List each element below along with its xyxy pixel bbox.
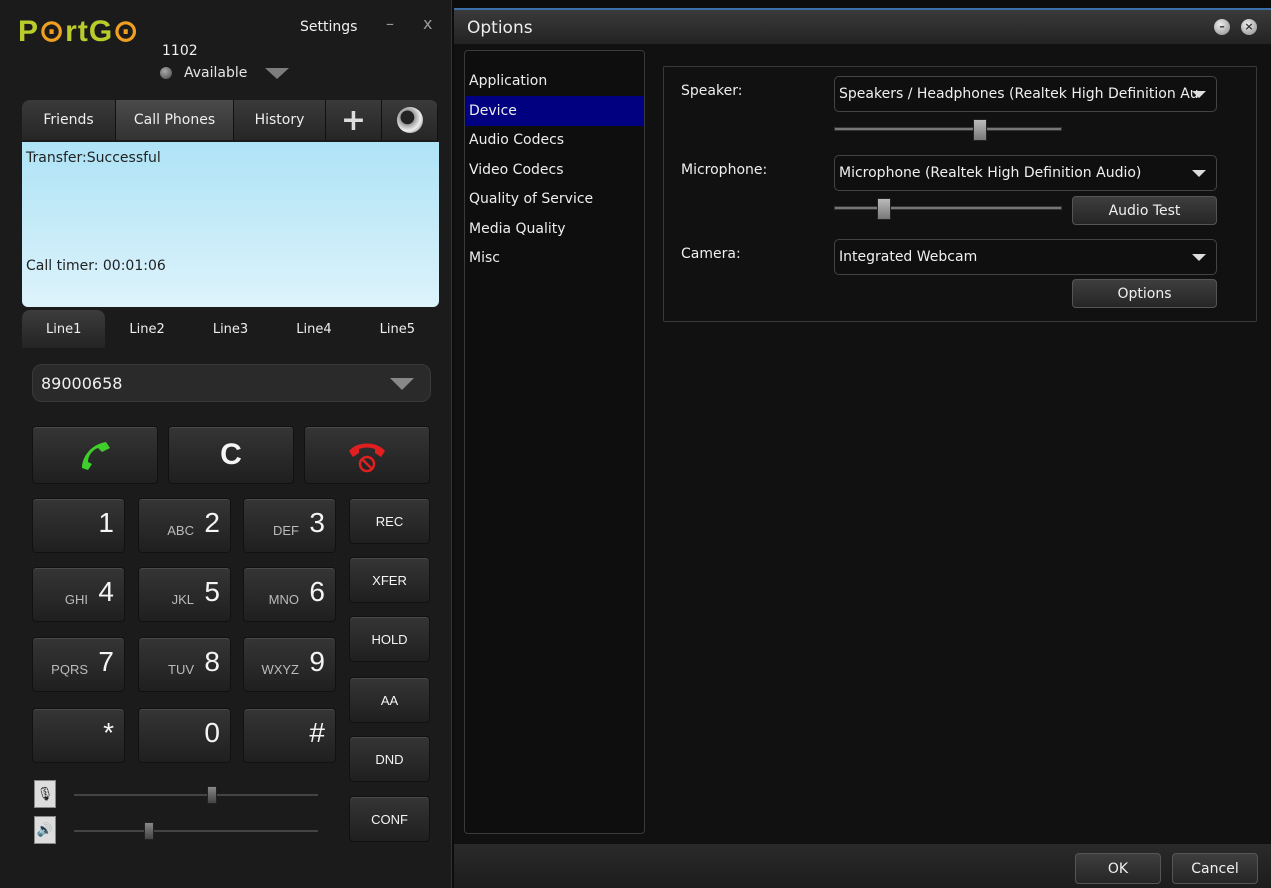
microphone-volume-slider[interactable]	[834, 198, 1062, 220]
options-footer: OK Cancel	[454, 844, 1271, 888]
ok-button[interactable]: OK	[1075, 853, 1161, 884]
key-7[interactable]: PQRS 7	[32, 637, 125, 692]
key-8[interactable]: TUV 8	[138, 637, 231, 692]
microphone-icon[interactable]: 🎙	[34, 780, 56, 808]
speaker-volume-slider[interactable]	[144, 822, 155, 840]
chevron-down-icon[interactable]	[265, 67, 290, 79]
settings-button[interactable]: Settings	[300, 19, 357, 35]
key-star[interactable]: *	[32, 708, 125, 763]
chevron-down-icon	[1192, 254, 1206, 261]
microphone-volume-track[interactable]	[74, 794, 318, 796]
speaker-volume-thumb[interactable]	[973, 119, 988, 141]
microphone-select[interactable]: Microphone (Realtek High Definition Audi…	[834, 155, 1217, 191]
nav-item-audio-codecs[interactable]: Audio Codecs	[466, 125, 644, 155]
microphone-volume: 🎙	[34, 780, 324, 810]
speaker-volume-track[interactable]	[74, 830, 318, 832]
key-5[interactable]: JKL 5	[138, 567, 231, 622]
dial-number-value: 89000658	[41, 373, 123, 393]
options-nav: Application Device Audio Codecs Video Co…	[464, 50, 645, 834]
line-tab-5[interactable]: Line5	[356, 310, 439, 348]
auto-answer-button[interactable]: AA	[349, 677, 430, 723]
call-status: Transfer:Successful	[26, 150, 161, 166]
close-icon[interactable]: ×	[1241, 19, 1257, 35]
microphone-volume-slider[interactable]	[207, 786, 218, 804]
phone-answer-icon	[82, 442, 110, 470]
speaker-volume: 🔊	[34, 816, 324, 846]
microphone-label: Microphone:	[681, 162, 768, 178]
options-title: Options	[467, 18, 533, 38]
line-tabs: Line1 Line2 Line3 Line4 Line5	[22, 310, 439, 348]
tab-call-phones[interactable]: Call Phones	[116, 100, 234, 140]
speaker-volume-track[interactable]	[834, 127, 1062, 131]
conference-button[interactable]: CONF	[349, 796, 430, 842]
dial-number-input[interactable]: 89000658	[32, 364, 431, 402]
device-settings-panel: Speaker: Speakers / Headphones (Realtek …	[663, 66, 1257, 322]
cancel-button[interactable]: Cancel	[1172, 853, 1258, 884]
minimize-icon[interactable]: –	[386, 14, 394, 33]
camera-lens-button[interactable]	[382, 100, 438, 140]
speaker-icon[interactable]: 🔊	[34, 816, 56, 844]
line-tab-2[interactable]: Line2	[105, 310, 188, 348]
call-timer: Call timer: 00:01:06	[26, 258, 166, 274]
portgo-logo: P⊙rtG⊙	[18, 15, 140, 48]
hold-button[interactable]: HOLD	[349, 616, 430, 662]
presence-label: Available	[184, 65, 248, 81]
key-hash[interactable]: #	[243, 708, 336, 763]
line-tab-3[interactable]: Line3	[189, 310, 272, 348]
record-button[interactable]: REC	[349, 498, 430, 544]
options-title-bar: Options – ×	[454, 10, 1271, 44]
key-2[interactable]: ABC 2	[138, 498, 231, 553]
nav-item-quality-of-service[interactable]: Quality of Service	[466, 184, 644, 214]
camera-label: Camera:	[681, 246, 741, 262]
microphone-volume-thumb[interactable]	[876, 198, 891, 220]
microphone-volume-track[interactable]	[834, 206, 1062, 210]
chevron-down-icon	[1192, 170, 1206, 177]
chevron-down-icon	[1192, 91, 1206, 98]
chevron-down-icon[interactable]	[390, 378, 414, 390]
microphone-select-value: Microphone (Realtek High Definition Audi…	[839, 165, 1142, 181]
close-icon[interactable]: x	[423, 14, 432, 33]
key-0[interactable]: 0	[138, 708, 231, 763]
nav-item-media-quality[interactable]: Media Quality	[466, 214, 644, 244]
extension-number: 1102	[162, 43, 198, 59]
call-display: Transfer:Successful Call timer: 00:01:06	[22, 142, 439, 307]
options-window: Options – × Application Device Audio Cod…	[454, 8, 1271, 888]
clear-button[interactable]: C	[168, 426, 294, 484]
nav-item-misc[interactable]: Misc	[466, 243, 644, 273]
line-tab-1[interactable]: Line1	[22, 310, 106, 348]
line-tab-4[interactable]: Line4	[272, 310, 355, 348]
camera-select[interactable]: Integrated Webcam	[834, 239, 1217, 275]
tab-history[interactable]: History	[234, 100, 326, 140]
camera-options-button[interactable]: Options	[1072, 279, 1217, 308]
nav-item-video-codecs[interactable]: Video Codecs	[466, 155, 644, 185]
key-6[interactable]: MNO 6	[243, 567, 336, 622]
add-contact-button[interactable]: +	[326, 100, 382, 140]
lens-icon	[396, 107, 423, 133]
presence-status-icon	[160, 67, 172, 79]
phone-hangup-icon	[349, 443, 385, 473]
transfer-button[interactable]: XFER	[349, 557, 430, 603]
do-not-disturb-button[interactable]: DND	[349, 736, 430, 782]
speaker-select-value: Speakers / Headphones (Realtek High Defi…	[839, 86, 1199, 102]
speaker-volume-slider[interactable]	[834, 119, 1062, 141]
tab-friends[interactable]: Friends	[22, 100, 116, 140]
answer-call-button[interactable]	[32, 426, 158, 484]
key-9[interactable]: WXYZ 9	[243, 637, 336, 692]
key-3[interactable]: DEF 3	[243, 498, 336, 553]
hangup-button[interactable]	[304, 426, 430, 484]
presence-selector[interactable]: Available	[160, 65, 290, 81]
minimize-icon[interactable]: –	[1214, 19, 1230, 35]
nav-item-device[interactable]: Device	[466, 96, 644, 126]
nav-item-application[interactable]: Application	[466, 66, 644, 96]
key-1[interactable]: 1	[32, 498, 125, 553]
camera-select-value: Integrated Webcam	[839, 249, 978, 265]
speaker-label: Speaker:	[681, 83, 743, 99]
audio-test-button[interactable]: Audio Test	[1072, 196, 1217, 225]
key-4[interactable]: GHI 4	[32, 567, 125, 622]
portgo-phone-window: P⊙rtG⊙ 1102 Settings – x Available Frien…	[0, 0, 452, 888]
phone-tabs: Friends Call Phones History +	[22, 100, 438, 140]
speaker-select[interactable]: Speakers / Headphones (Realtek High Defi…	[834, 76, 1217, 112]
